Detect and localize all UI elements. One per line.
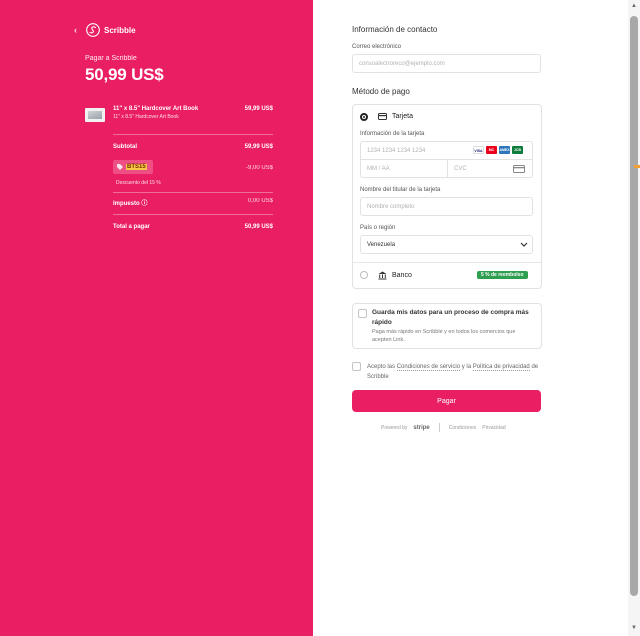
product-thumbnail	[85, 108, 105, 122]
terms-checkbox[interactable]	[352, 362, 361, 371]
merchant-name: Scribble	[104, 25, 136, 35]
subtotal-value: 59,99 US$	[244, 144, 273, 150]
payment-option-separator	[352, 262, 542, 263]
country-label: País o región	[360, 225, 396, 231]
save-info-title: Guarda mis datos para un proceso de comp…	[372, 309, 529, 326]
stripe-logo[interactable]: stripe	[413, 425, 429, 431]
total-value: 50,99 US$	[244, 224, 273, 230]
privacy-policy-link[interactable]: Política de privacidad	[472, 364, 530, 371]
scroll-up-icon[interactable]: ▲	[630, 2, 638, 10]
total-amount: 50,99 US$	[85, 65, 164, 84]
footer-separator	[438, 423, 440, 432]
promo-code: BTS15	[126, 164, 147, 170]
product-variant: 11" x 8.5" Hardcover Art Book	[113, 114, 179, 120]
subtotal-row: Subtotal 59,99 US$	[113, 144, 273, 150]
subtotal-label: Subtotal	[113, 144, 137, 150]
cashback-badge: 5 % de reembolso	[477, 271, 528, 279]
save-info-description: Paga más rápido en Scribble y en todos l…	[372, 329, 516, 343]
card-info-label: Información de la tarjeta	[360, 131, 425, 137]
country-select[interactable]: Venezuela	[360, 235, 533, 254]
powered-by-label: Powered by	[381, 424, 408, 431]
summary-divider	[113, 214, 273, 215]
bank-icon	[378, 271, 387, 280]
visa-icon: VISA	[473, 146, 484, 154]
email-field[interactable]: consoalectroreco@ejemplo.com	[352, 54, 541, 73]
mastercard-icon: MC	[486, 146, 497, 154]
total-label: Total a pagar	[113, 224, 150, 230]
order-summary-panel: ‹ Scribble Pagar a Scribble 50,99 US$ 11…	[0, 0, 313, 636]
holder-label: Nombre del titular de la tarjeta	[360, 187, 441, 193]
contact-section-title: Información de contacto	[352, 25, 438, 34]
stripe-footer: Powered by stripe Condiciones Privacidad	[381, 423, 506, 432]
card-option[interactable]: Tarjeta	[378, 113, 413, 120]
terms-text: Acepto las Condiciones de servicio y la …	[367, 362, 543, 382]
summary-divider	[113, 134, 273, 135]
pay-button[interactable]: Pagar	[352, 390, 541, 412]
summary-divider	[113, 192, 273, 193]
cvc-card-icon	[513, 165, 525, 173]
expiry-field[interactable]: MM / AA	[360, 159, 448, 178]
amex-icon: AMEX	[499, 146, 510, 154]
tax-row: Impuesto ⓘ 0,00 US$	[113, 198, 273, 207]
footer-terms-link[interactable]: Condiciones	[449, 425, 477, 431]
product-price: 59,99 US$	[244, 106, 273, 112]
tax-label[interactable]: Impuesto ⓘ	[113, 198, 147, 207]
promo-amount: -9,00 US$	[245, 165, 273, 171]
back-arrow-icon[interactable]: ‹	[74, 25, 82, 35]
card-brands: VISA MC AMEX JCB	[473, 146, 523, 154]
card-option-label: Tarjeta	[392, 113, 414, 120]
card-radio[interactable]	[360, 113, 368, 121]
bank-radio[interactable]	[360, 271, 368, 279]
product-name: 11" x 8.5" Hardcover Art Book	[113, 106, 199, 112]
footer-privacy-link[interactable]: Privacidad	[482, 425, 505, 431]
terms-mid: y la	[460, 364, 473, 370]
tax-value: 0,00 US$	[247, 198, 273, 204]
payment-section-title: Método de pago	[352, 87, 410, 96]
scrollbar-thumb[interactable]	[630, 16, 638, 596]
total-row: Total a pagar 50,99 US$	[113, 224, 273, 230]
product-line-item: 11" x 8.5" Hardcover Art Book 11" x 8.5"…	[85, 106, 273, 126]
promo-code-chip[interactable]: BTS15	[113, 160, 153, 174]
jcb-icon: JCB	[512, 146, 523, 154]
discount-note: Descuento del 15 %	[116, 180, 161, 186]
save-info-checkbox[interactable]	[358, 309, 367, 318]
chevron-down-icon	[520, 242, 528, 247]
email-label: Correo electrónico	[352, 44, 402, 50]
edge-marker	[634, 165, 640, 168]
merchant-header[interactable]: ‹ Scribble	[74, 23, 136, 37]
scroll-down-icon[interactable]: ▼	[630, 624, 638, 632]
terms-prefix: Acepto las	[367, 364, 397, 370]
country-value: Venezuela	[367, 241, 396, 248]
bank-option[interactable]: Banco	[378, 271, 412, 280]
tag-icon	[117, 164, 123, 170]
holder-name-field[interactable]: Nombre completo	[360, 197, 533, 216]
terms-of-service-link[interactable]: Condiciones de servicio	[396, 364, 461, 371]
scribble-logo-icon	[86, 23, 100, 37]
bank-option-label: Banco	[392, 272, 412, 279]
credit-card-icon	[378, 113, 387, 120]
pay-to-label: Pagar a Scribble	[85, 55, 137, 62]
